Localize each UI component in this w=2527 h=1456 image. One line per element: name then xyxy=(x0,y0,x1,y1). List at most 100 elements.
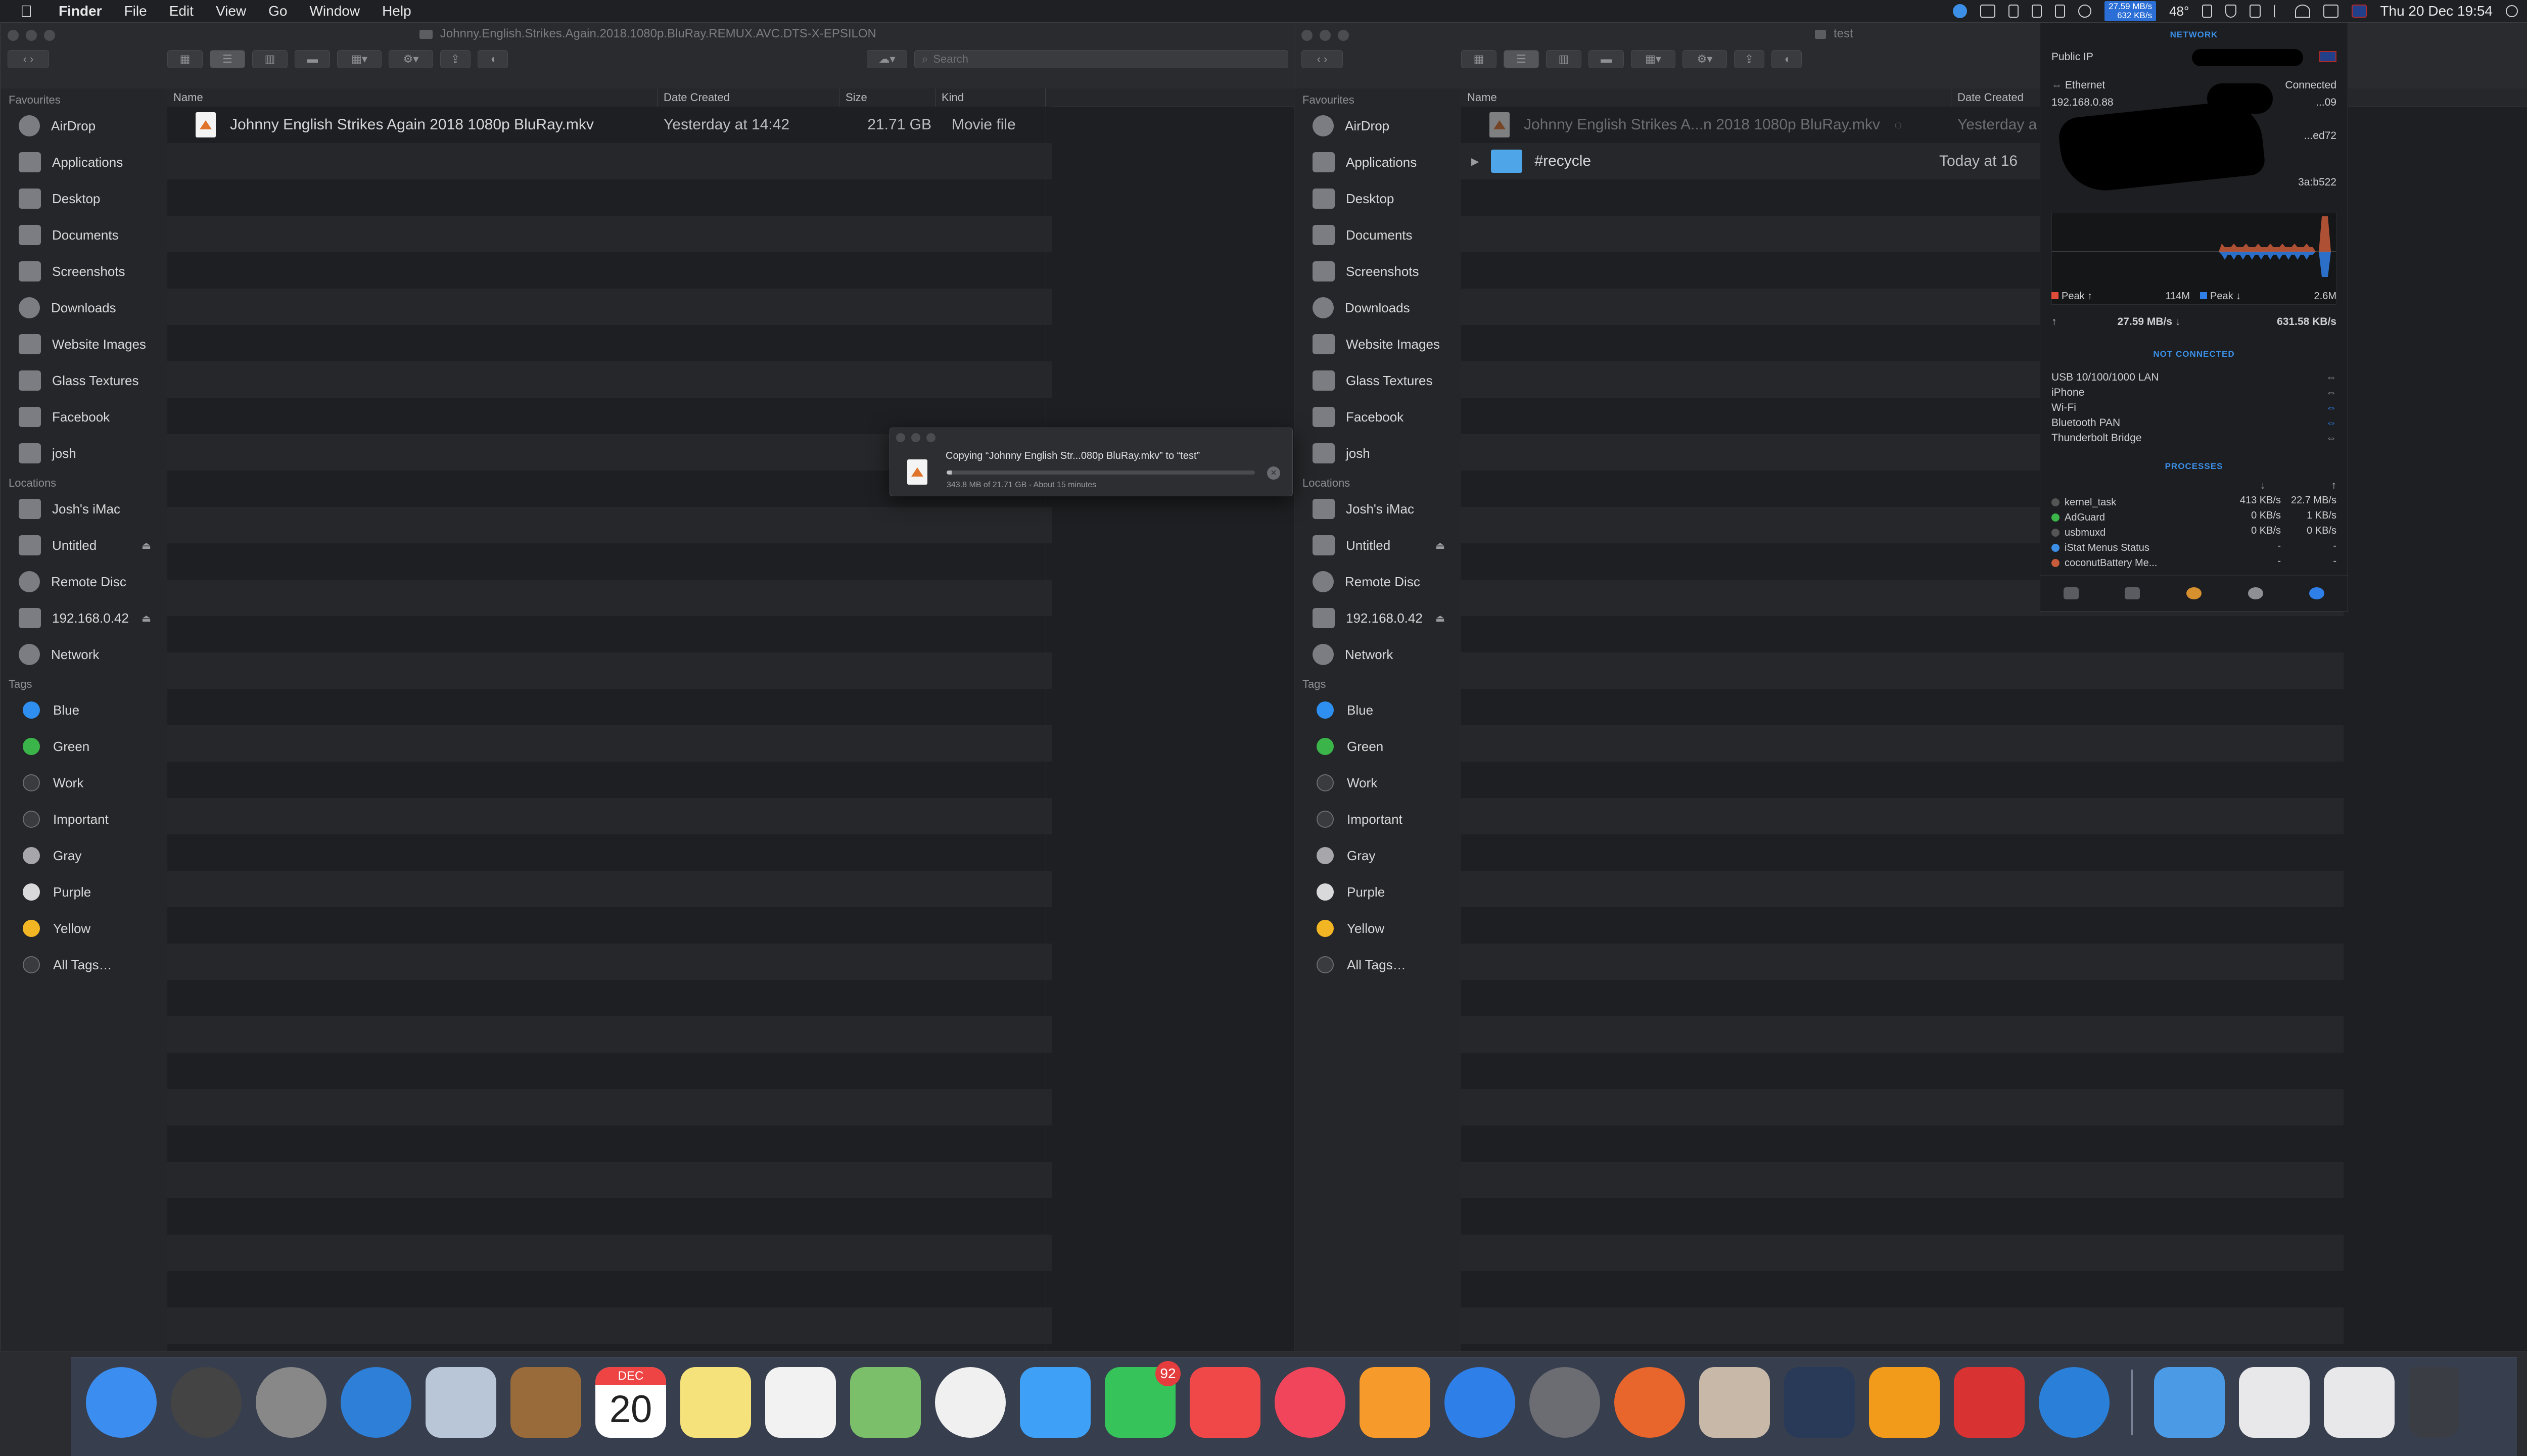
battery-icon[interactable] xyxy=(2008,5,2019,18)
menu-help[interactable]: Help xyxy=(371,0,423,22)
photos-dock-icon[interactable] xyxy=(935,1367,1006,1438)
menu-window[interactable]: Window xyxy=(298,0,371,22)
table-row[interactable]: Johnny English Strikes Again 2018 1080p … xyxy=(167,107,1295,143)
close-button[interactable] xyxy=(896,433,905,442)
sidebar-item-untitled[interactable]: Untitled ⏏ xyxy=(1294,527,1461,563)
menu-view[interactable]: View xyxy=(205,0,257,22)
image-capture-dock-icon[interactable] xyxy=(1699,1367,1770,1438)
sidebar-tag-gray[interactable]: Gray xyxy=(1,837,167,874)
tags-icon[interactable]: ◖ xyxy=(1771,50,1802,68)
safari-dock-icon[interactable] xyxy=(341,1367,411,1438)
sidebar-item-network[interactable]: Network xyxy=(1,636,167,673)
reminders-dock-icon[interactable] xyxy=(765,1367,836,1438)
group-button[interactable]: ▦▾ xyxy=(1631,50,1675,68)
sidebar-item-screenshots[interactable]: Screenshots xyxy=(1294,253,1461,290)
gallery-view-button[interactable]: ▬ xyxy=(295,50,330,68)
sidebar-item-joshs-imac[interactable]: Josh's iMac xyxy=(1294,491,1461,527)
istat-menu-icon[interactable] xyxy=(2309,587,2325,599)
spotlight-icon[interactable] xyxy=(2506,5,2518,17)
terminal-icon[interactable] xyxy=(2125,587,2140,599)
hexagon-app-dock-icon[interactable] xyxy=(1784,1367,1855,1438)
zoom-button[interactable] xyxy=(926,433,935,442)
shield-icon[interactable] xyxy=(2225,5,2237,18)
maps-dock-icon[interactable] xyxy=(850,1367,921,1438)
dropbox-icon[interactable] xyxy=(1953,4,1968,18)
notes-dock-icon[interactable] xyxy=(680,1367,751,1438)
eject-icon[interactable]: ⏏ xyxy=(142,539,151,552)
sidebar-item-server[interactable]: 192.168.0.42 ⏏ xyxy=(1,600,167,636)
sidebar-item-remote-disc[interactable]: Remote Disc xyxy=(1294,563,1461,600)
column-header-kind[interactable]: Kind xyxy=(935,88,1046,107)
downloads-folder-dock-icon[interactable] xyxy=(2154,1367,2225,1438)
disk-icon[interactable] xyxy=(2055,5,2066,18)
tags-icon[interactable]: ◖ xyxy=(478,50,508,68)
sidebar-item-facebook[interactable]: Facebook xyxy=(1,399,167,435)
menu-app-finder[interactable]: Finder xyxy=(48,0,113,22)
sidebar-tag-blue[interactable]: Blue xyxy=(1294,692,1461,728)
flag-icon[interactable] xyxy=(2352,5,2367,18)
action-gear-icon[interactable]: ⚙▾ xyxy=(1682,50,1727,68)
istat-settings-icon[interactable] xyxy=(2186,587,2202,599)
sidebar-item-joshs-imac[interactable]: Josh's iMac xyxy=(1,491,167,527)
search-field[interactable]: ⌕ Search xyxy=(914,50,1288,68)
sensors-icon[interactable] xyxy=(2202,5,2213,18)
sidebar-tag-green[interactable]: Green xyxy=(1294,728,1461,765)
sidebar-item-documents[interactable]: Documents xyxy=(1294,217,1461,253)
sidebar-item-website-images[interactable]: Website Images xyxy=(1,326,167,362)
cpu-icon[interactable] xyxy=(2078,5,2092,18)
messages-dock-icon[interactable] xyxy=(1020,1367,1091,1438)
sidebar-tag-all-tags[interactable]: All Tags… xyxy=(1,947,167,983)
back-forward-buttons[interactable]: ‹ › xyxy=(8,50,49,68)
bluetooth-icon[interactable] xyxy=(2274,5,2282,18)
contacts-dock-icon[interactable] xyxy=(510,1367,581,1438)
sidebar-item-airdrop[interactable]: AirDrop xyxy=(1,108,167,144)
sidebar-item-server[interactable]: 192.168.0.42 ⏏ xyxy=(1294,600,1461,636)
launchpad-dock-icon[interactable] xyxy=(256,1367,326,1438)
memory-icon[interactable] xyxy=(2032,5,2042,18)
share-icon[interactable]: ⇪ xyxy=(1734,50,1764,68)
sidebar-tag-yellow[interactable]: Yellow xyxy=(1294,910,1461,947)
sidebar-tag-work[interactable]: Work xyxy=(1,765,167,801)
sidebar-item-glass-textures[interactable]: Glass Textures xyxy=(1,362,167,399)
column-header-date-created[interactable]: Date Created xyxy=(658,88,839,107)
sidebar-item-desktop[interactable]: Desktop xyxy=(1294,180,1461,217)
column-header-name[interactable]: Name xyxy=(1461,88,1951,107)
table-row[interactable]: ▶ #recycle Today at 16 xyxy=(1461,143,2527,179)
pages-like-dock-icon[interactable] xyxy=(1869,1367,1940,1438)
calendar-dock-icon[interactable]: DEC 20 xyxy=(595,1367,666,1438)
sidebar-item-website-images[interactable]: Website Images xyxy=(1294,326,1461,362)
sidebar-item-applications[interactable]: Applications xyxy=(1294,144,1461,180)
menu-go[interactable]: Go xyxy=(257,0,298,22)
sidebar-tag-green[interactable]: Green xyxy=(1,728,167,765)
temperature-readout[interactable]: 48° xyxy=(2169,4,2189,19)
trash-icon[interactable] xyxy=(2409,1367,2459,1438)
sidebar-tag-important[interactable]: Important xyxy=(1294,801,1461,837)
grid-icon[interactable] xyxy=(2250,5,2261,18)
icon-view-button[interactable]: ▦ xyxy=(1461,50,1496,68)
music-dock-icon[interactable] xyxy=(1275,1367,1345,1438)
share-icon[interactable]: ⇪ xyxy=(440,50,471,68)
display-icon[interactable] xyxy=(1980,5,1996,18)
icloud-icon[interactable]: ☁▾ xyxy=(867,50,907,68)
app-store-dock-icon[interactable] xyxy=(1444,1367,1515,1438)
finder-dock-icon[interactable] xyxy=(86,1367,157,1438)
sidebar-tag-blue[interactable]: Blue xyxy=(1,692,167,728)
sidebar-item-facebook[interactable]: Facebook xyxy=(1294,399,1461,435)
apple-menu-icon[interactable]:  xyxy=(0,0,48,22)
cancel-copy-icon[interactable]: × xyxy=(1267,466,1280,480)
menu-edit[interactable]: Edit xyxy=(158,0,205,22)
sidebar-item-downloads[interactable]: Downloads xyxy=(1294,290,1461,326)
list-view-button[interactable]: ☰ xyxy=(210,50,245,68)
column-header-size[interactable]: Size xyxy=(839,88,935,107)
sidebar-item-applications[interactable]: Applications xyxy=(1,144,167,180)
back-forward-buttons[interactable]: ‹ › xyxy=(1301,50,1343,68)
sidebar-item-glass-textures[interactable]: Glass Textures xyxy=(1294,362,1461,399)
system-preferences-dock-icon[interactable] xyxy=(1529,1367,1600,1438)
sidebar-item-screenshots[interactable]: Screenshots xyxy=(1,253,167,290)
network-rate-menu[interactable]: 27.59 MB/s 632 KB/s xyxy=(2104,1,2157,21)
icon-view-button[interactable]: ▦ xyxy=(167,50,203,68)
sidebar-tag-purple[interactable]: Purple xyxy=(1,874,167,910)
mail-dock-icon[interactable] xyxy=(426,1367,496,1438)
network-prefs-icon[interactable] xyxy=(2248,587,2263,599)
eject-icon[interactable]: ⏏ xyxy=(1435,612,1445,625)
